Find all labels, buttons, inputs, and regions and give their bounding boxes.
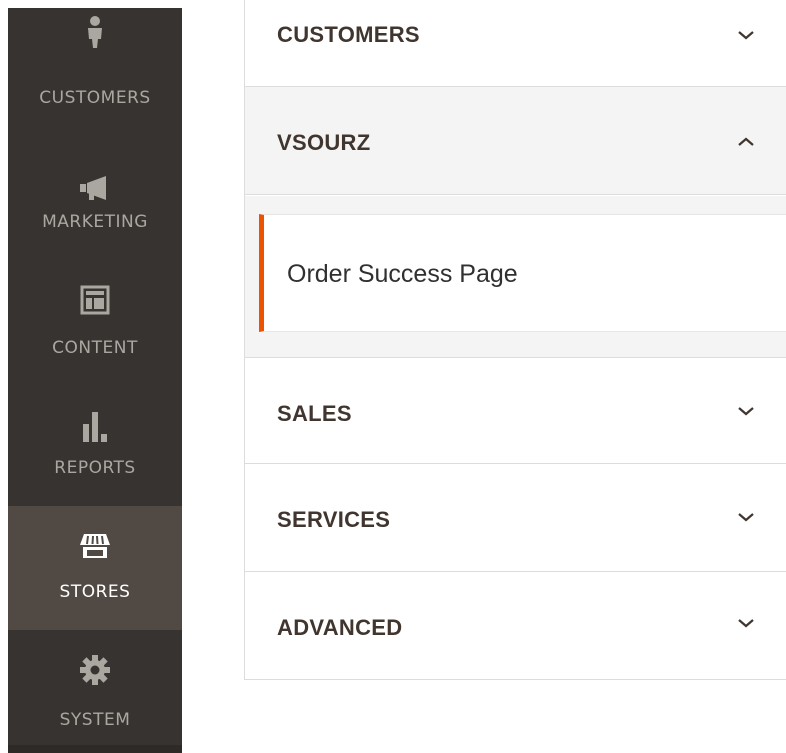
sidebar-item-label: SYSTEM xyxy=(59,710,131,730)
sidebar-item-label: STORES xyxy=(59,582,131,602)
sidebar-item-label: CUSTOMERS xyxy=(39,88,151,108)
bar-chart-icon xyxy=(8,406,182,446)
admin-sidebar: CUSTOMERS MARKETING CONTENT REPORTS STOR… xyxy=(8,8,182,753)
sidebar-item-system[interactable]: SYSTEM xyxy=(8,630,182,753)
sidebar-item-label: CONTENT xyxy=(52,338,138,358)
sidebar-item-customers[interactable]: CUSTOMERS xyxy=(8,8,182,124)
chevron-down-icon xyxy=(733,402,759,420)
tab-order-success-page[interactable]: Order Success Page xyxy=(259,214,786,332)
tab-section-sales[interactable]: SALES xyxy=(245,358,786,464)
vsourz-submenu: Order Success Page xyxy=(245,196,786,358)
section-title: ADVANCED xyxy=(277,615,403,640)
tab-section-services[interactable]: SERVICES xyxy=(245,464,786,572)
sidebar-item-label: MARKETING xyxy=(42,212,148,232)
sidebar-item-stores[interactable]: STORES xyxy=(8,506,182,630)
config-tabs-panel: CUSTOMERS VSOURZ Order Success Page SALE… xyxy=(244,0,786,680)
storefront-icon xyxy=(8,526,182,566)
chevron-up-icon xyxy=(733,133,759,151)
sidebar-item-label: REPORTS xyxy=(54,458,136,478)
section-title: VSOURZ xyxy=(277,130,371,155)
section-title: CUSTOMERS xyxy=(277,22,420,47)
sidebar-item-reports[interactable]: REPORTS xyxy=(8,384,182,508)
sidebar-bottom-edge xyxy=(8,745,182,753)
section-title: SALES xyxy=(277,401,352,426)
section-title: SERVICES xyxy=(277,507,391,532)
tab-section-advanced[interactable]: ADVANCED xyxy=(245,572,786,679)
tab-section-vsourz[interactable]: VSOURZ xyxy=(245,87,786,195)
customer-icon xyxy=(8,10,182,50)
sidebar-item-marketing[interactable]: MARKETING xyxy=(8,124,182,248)
sidebar-item-content[interactable]: CONTENT xyxy=(8,258,182,382)
content-layout-icon xyxy=(8,280,182,320)
tab-item-label: Order Success Page xyxy=(287,260,518,288)
megaphone-icon xyxy=(8,168,182,208)
chevron-down-icon xyxy=(733,508,759,526)
admin-page: CUSTOMERS MARKETING CONTENT REPORTS STOR… xyxy=(0,0,786,753)
tab-section-customers[interactable]: CUSTOMERS xyxy=(245,0,786,87)
chevron-down-icon xyxy=(733,26,759,44)
chevron-down-icon xyxy=(733,614,759,632)
gear-icon xyxy=(8,650,182,690)
